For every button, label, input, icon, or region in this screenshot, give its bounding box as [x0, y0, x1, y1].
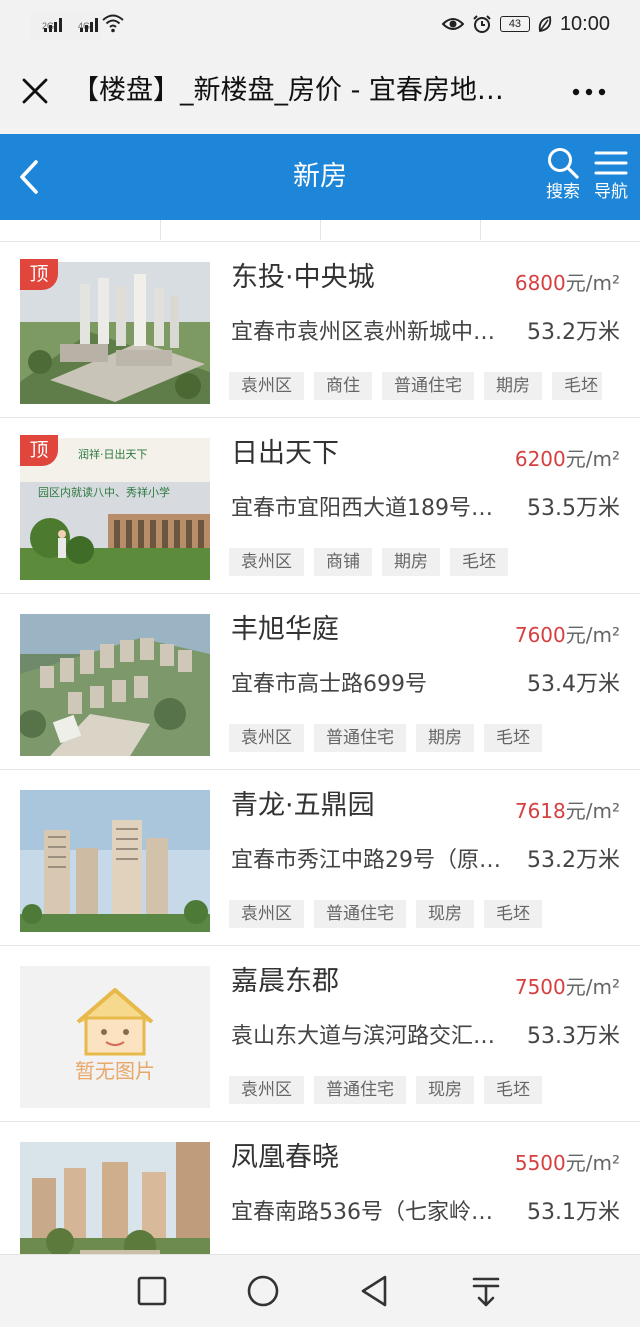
property-price: 6800元/m²: [514, 271, 620, 295]
property-price: 7600元/m²: [514, 623, 620, 647]
property-area: 53.2万米: [527, 320, 620, 345]
list-item[interactable]: 暂无图片 嘉晨东郡 7500元/m² 袁山东大道与滨河路交汇… 53.3万米 袁…: [0, 946, 640, 1122]
filter-bar[interactable]: [0, 220, 640, 242]
tag-list: 袁州区 普通住宅 期房 毛坯: [229, 724, 620, 754]
back-nav-icon[interactable]: [355, 1271, 395, 1311]
tag: 毛坯: [484, 724, 542, 752]
no-image-text: 暂无图片: [75, 1059, 155, 1083]
list-item[interactable]: 顶 东投·中央城 6800元/m² 宜春市袁州区袁州新城中… 53.2万米 袁州…: [0, 242, 640, 418]
property-image[interactable]: [20, 1142, 210, 1254]
tag: 袁州区: [229, 372, 304, 400]
search-icon: [548, 148, 579, 179]
tag: 现房: [416, 1076, 474, 1104]
tag: 期房: [416, 724, 474, 752]
tag: 普通住宅: [314, 900, 406, 928]
tag: 商住: [314, 372, 372, 400]
list-item[interactable]: 丰旭华庭 7600元/m² 宜春市高士路699号 53.4万米 袁州区 普通住宅期…: [0, 594, 640, 770]
tag-list: 袁州区 普通住宅 现房 毛坯: [229, 900, 620, 930]
property-address: 宜春市秀江中路29号（原…: [231, 848, 501, 873]
property-address: 宜春市袁州区袁州新城中…: [231, 320, 496, 345]
tag: 普通住宅: [314, 1076, 406, 1104]
property-address: 宜春市宜阳西大道189号…: [231, 496, 493, 521]
property-address: 袁山东大道与滨河路交汇…: [231, 1024, 496, 1049]
tag: 毛坯: [552, 372, 602, 400]
property-name: 嘉晨东郡: [231, 966, 339, 997]
property-address: 宜春南路536号（七家岭…: [231, 1200, 493, 1225]
property-area: 53.5万米: [527, 496, 620, 521]
ad-slogan-2: 园区内就读八中、秀祥小学: [38, 485, 170, 499]
property-name: 丰旭华庭: [231, 614, 339, 645]
tag: 普通住宅: [314, 724, 406, 752]
tag: 期房: [484, 372, 542, 400]
alarm-icon: [473, 15, 491, 33]
tag-list: 袁州区 普通住宅 现房 毛坯: [229, 1076, 620, 1106]
tag: 毛坯: [450, 548, 508, 576]
tag: 袁州区: [229, 900, 304, 928]
property-price: 6200元/m²: [514, 447, 620, 471]
menu-icon: [594, 151, 628, 175]
eye-comfort-icon: [441, 18, 464, 30]
tag: 现房: [416, 900, 474, 928]
notification-pull-down-icon[interactable]: [466, 1271, 506, 1311]
list-item[interactable]: 润祥·日出天下 园区内就读八中、秀祥小学 顶 日出天下 6200元/m² 宜春市…: [0, 418, 640, 594]
tag-list: 袁州区 商住 普通住宅 期房 毛坯: [229, 372, 620, 402]
property-address: 宜春市高士路699号: [231, 672, 427, 697]
search-label: 搜索: [546, 182, 580, 202]
property-image[interactable]: [20, 614, 210, 756]
property-name: 日出天下: [231, 438, 339, 469]
system-nav-bar: [0, 1254, 640, 1327]
browser-title-bar: 【楼盘】_新楼盘_房价 - 宜春房地…: [0, 48, 640, 134]
recent-apps-icon[interactable]: [132, 1271, 172, 1311]
status-bar: 2G 4G 43 10:00: [0, 0, 640, 48]
list-item[interactable]: 凤凰春晓 5500元/m² 宜春南路536号（七家岭… 53.1万米: [0, 1122, 640, 1254]
tag: 袁州区: [229, 724, 304, 752]
property-price: 7618元/m²: [514, 799, 620, 823]
tag: 毛坯: [484, 1076, 542, 1104]
nav-label: 导航: [594, 182, 628, 202]
tag: 毛坯: [484, 900, 542, 928]
tag-list: 袁州区 商铺 期房 毛坯: [229, 548, 620, 578]
site-header: 新房 搜索 导航: [0, 134, 640, 220]
property-name: 凤凰春晓: [231, 1142, 339, 1173]
home-icon[interactable]: [243, 1271, 283, 1311]
property-name: 东投·中央城: [231, 262, 375, 293]
property-name: 青龙·五鼎园: [231, 790, 375, 821]
property-list: 顶 东投·中央城 6800元/m² 宜春市袁州区袁州新城中… 53.2万米 袁州…: [0, 242, 640, 1254]
property-price: 7500元/m²: [514, 975, 620, 999]
more-options-icon[interactable]: [572, 88, 606, 96]
clock-time: 10:00: [559, 12, 610, 35]
wifi-icon: [102, 14, 124, 33]
ad-slogan-1: 润祥·日出天下: [78, 447, 148, 461]
tag: 商铺: [314, 548, 372, 576]
list-item[interactable]: 青龙·五鼎园 7618元/m² 宜春市秀江中路29号（原… 53.2万米 袁州区…: [0, 770, 640, 946]
nav-menu-button[interactable]: 导航: [588, 146, 634, 212]
property-area: 53.4万米: [527, 672, 620, 697]
top-badge: 顶: [20, 259, 58, 290]
tag: 期房: [382, 548, 440, 576]
page-title: 【楼盘】_新楼盘_房价 - 宜春房地…: [72, 75, 504, 106]
tag: 普通住宅: [382, 372, 474, 400]
property-area: 53.3万米: [527, 1024, 620, 1049]
property-price: 5500元/m²: [514, 1151, 620, 1175]
close-icon[interactable]: [20, 76, 50, 106]
tag: 袁州区: [229, 548, 304, 576]
battery-icon: 43: [499, 16, 530, 32]
property-area: 53.1万米: [527, 1200, 620, 1225]
power-saving-leaf-icon: [538, 15, 552, 33]
top-badge: 顶: [20, 435, 58, 466]
tag: 袁州区: [229, 1076, 304, 1104]
property-image[interactable]: [20, 790, 210, 932]
no-image-placeholder[interactable]: 暂无图片: [20, 966, 210, 1108]
property-area: 53.2万米: [527, 848, 620, 873]
search-button[interactable]: 搜索: [540, 146, 586, 212]
